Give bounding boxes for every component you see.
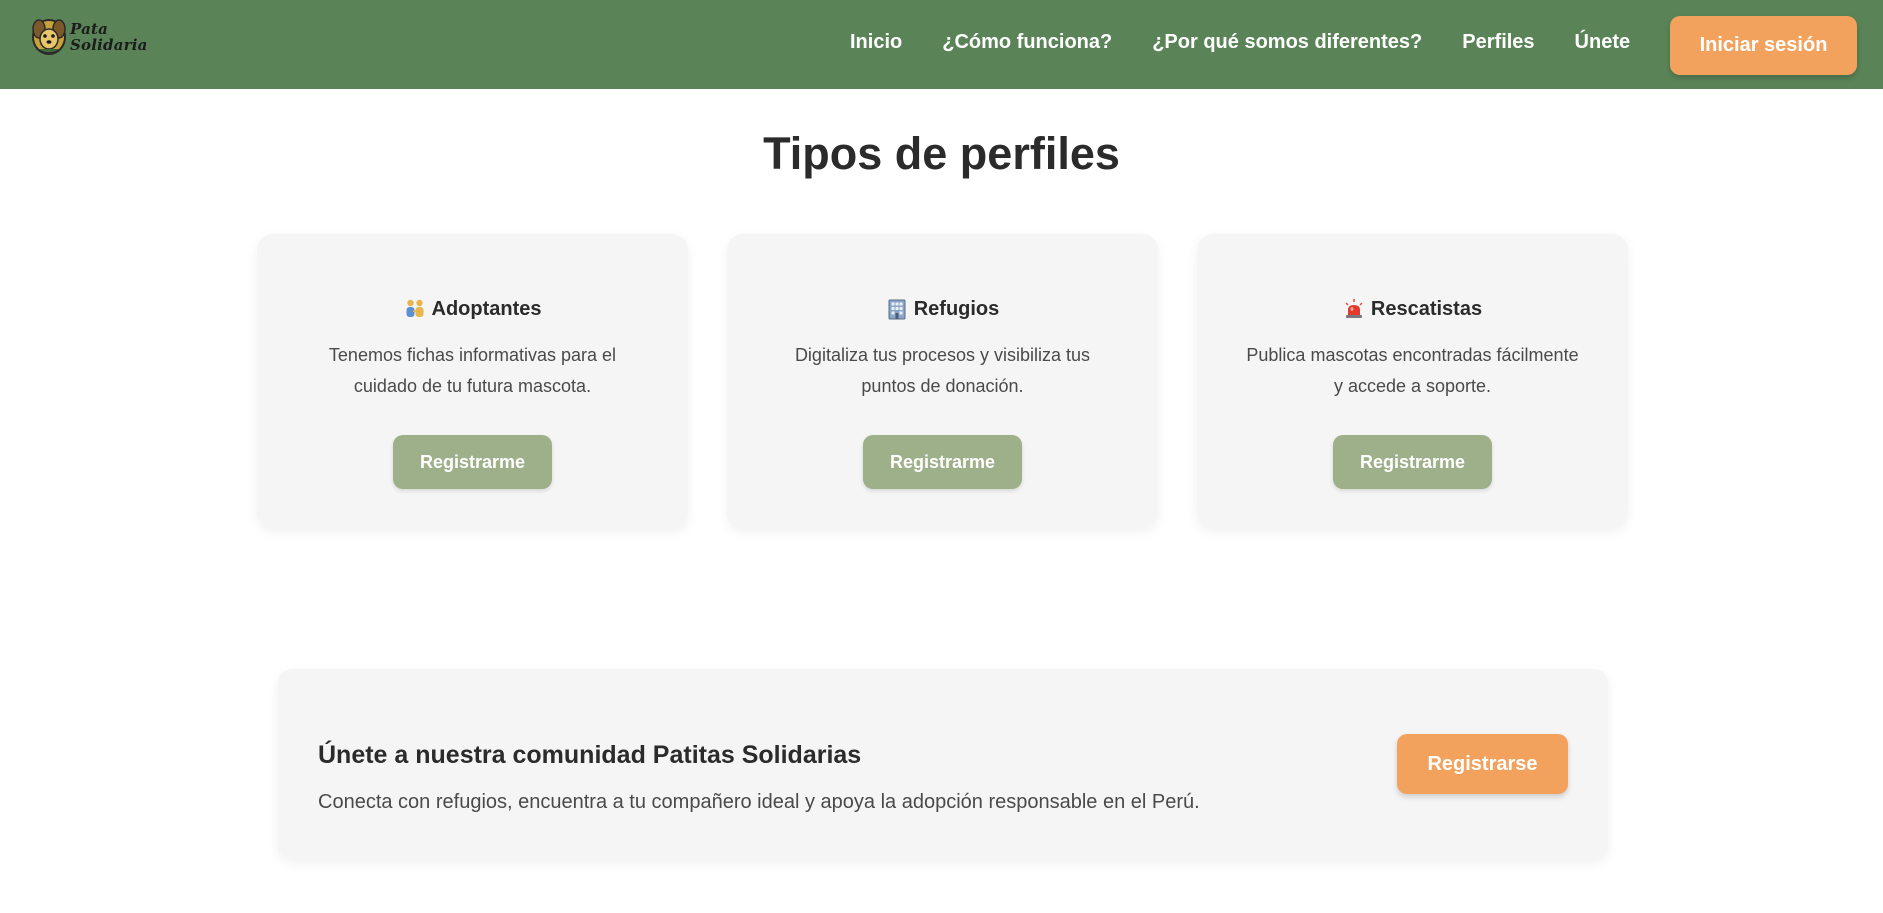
profile-card-title-text: Adoptantes [431, 297, 542, 320]
brand-wordmark-line1: Pata [70, 20, 109, 38]
nav-link-perfiles[interactable]: Perfiles [1462, 31, 1534, 54]
profile-card-title-text: Rescatistas [1370, 297, 1483, 320]
brand-wordmark: Pata Solidaria [70, 21, 148, 53]
profile-card-description: Tenemos fichas informativas para el cuid… [328, 345, 617, 396]
profile-card-title: Adoptantes [257, 296, 688, 322]
main-nav: Inicio ¿Cómo funciona? ¿Por qué somos di… [850, 0, 1670, 84]
join-community-banner: Únete a nuestra comunidad Patitas Solida… [278, 669, 1608, 859]
profile-card-refugios: Refugios Digitaliza tus procesos y visib… [727, 234, 1158, 528]
signup-button[interactable]: Registrarse [1397, 734, 1568, 794]
profile-card-title-text: Refugios [913, 297, 1000, 320]
profile-cards: Adoptantes Tenemos fichas informativas p… [257, 234, 1628, 528]
police-siren-icon [1345, 299, 1363, 318]
navbar: Pata Solidaria Inicio ¿Cómo funciona? ¿P… [0, 0, 1883, 89]
profile-card-description: Publica mascotas encontradas fácilmente … [1246, 345, 1579, 396]
profile-card-rescatistas: Rescatistas Publica mascotas encontradas… [1197, 234, 1628, 528]
profile-card-title: Rescatistas [1197, 296, 1628, 322]
nav-link-inicio[interactable]: Inicio [850, 31, 902, 54]
register-refugio-button[interactable]: Registrarme [863, 435, 1022, 489]
nav-link-por-que-diferentes[interactable]: ¿Por qué somos diferentes? [1152, 31, 1422, 54]
register-adoptante-button[interactable]: Registrarme [393, 435, 552, 489]
nav-link-como-funciona[interactable]: ¿Cómo funciona? [942, 31, 1112, 54]
join-description: Conecta con refugios, encuentra a tu com… [318, 791, 1200, 813]
people-holding-hands-icon [406, 299, 423, 317]
brand-logo[interactable]: Pata Solidaria [31, 17, 148, 57]
nav-link-unete[interactable]: Únete [1575, 31, 1631, 54]
login-button[interactable]: Iniciar sesión [1670, 16, 1857, 75]
office-building-icon [888, 299, 906, 320]
profiles-section-title: Tipos de perfiles [763, 128, 1120, 179]
profile-card-description: Digitaliza tus procesos y visibiliza tus… [794, 345, 1091, 396]
join-title: Únete a nuestra comunidad Patitas Solida… [318, 741, 862, 769]
register-rescatista-button[interactable]: Registrarme [1333, 435, 1492, 489]
brand-wordmark-line2: Solidaria [70, 36, 148, 54]
profile-card-adoptantes: Adoptantes Tenemos fichas informativas p… [257, 234, 688, 528]
profile-card-title: Refugios [727, 296, 1158, 322]
dog-logo-icon [32, 19, 66, 55]
